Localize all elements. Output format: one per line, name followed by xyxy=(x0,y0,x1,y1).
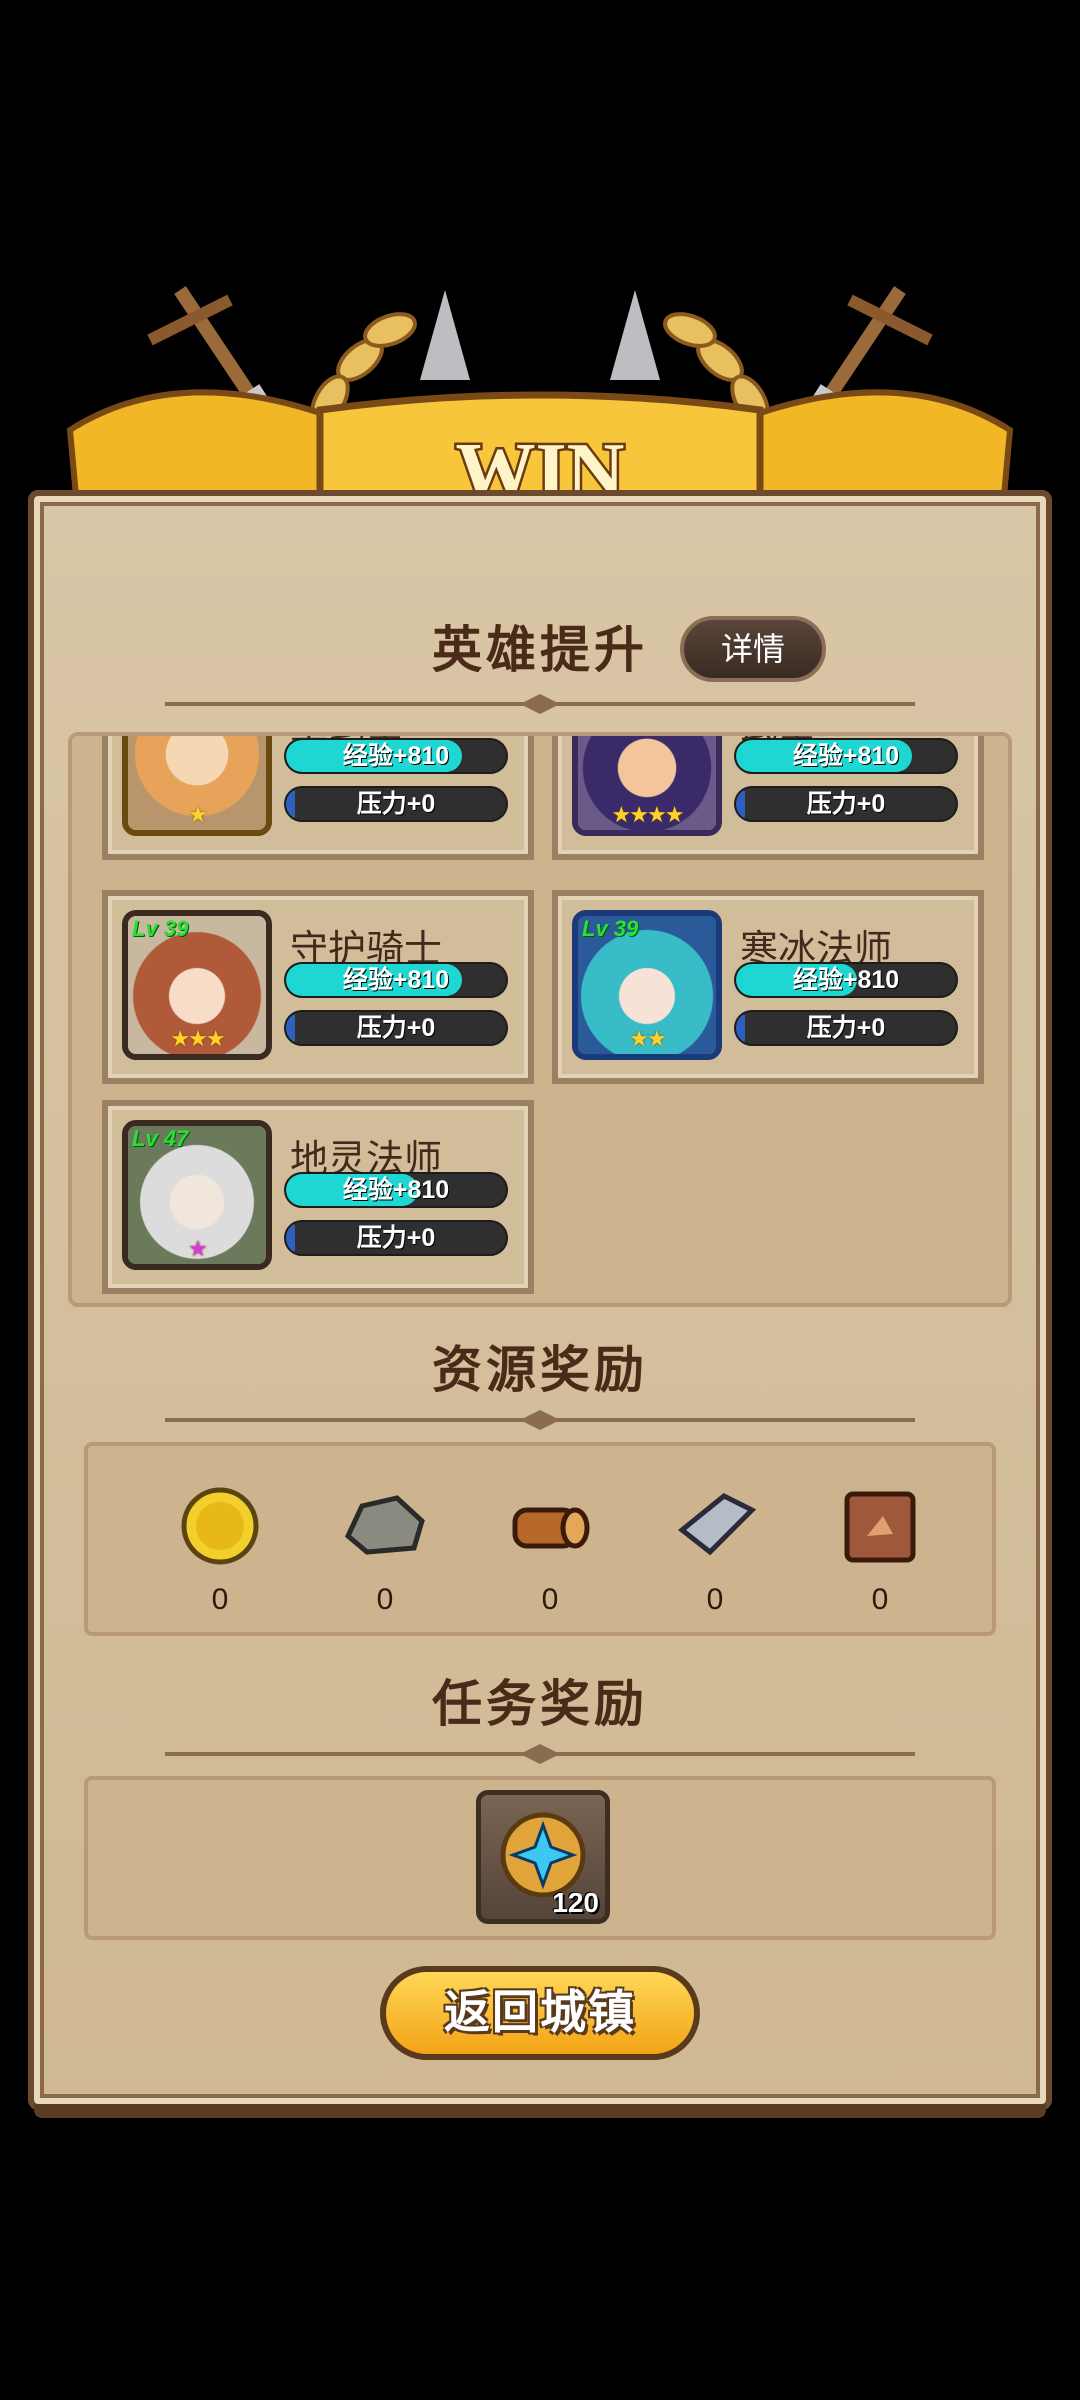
resource-section-title: 资源奖励 xyxy=(432,1342,648,1398)
exp-bar: 经验+810 xyxy=(284,738,508,774)
exp-text: 经验+810 xyxy=(342,742,450,770)
resource-rewards: 0 0 0 0 0 xyxy=(84,1442,996,1636)
pressure-bar: 压力+0 xyxy=(284,1220,508,1256)
hero-portrait: ★★★★ xyxy=(572,736,722,836)
exp-bar: 经验+810 xyxy=(284,962,508,998)
return-to-town-button[interactable]: 返回城镇 xyxy=(380,1966,700,2060)
resource-count: 0 xyxy=(871,1583,889,1616)
hero-portrait: ★ xyxy=(122,736,272,836)
star-rating: ★ xyxy=(188,802,208,827)
exp-bar: 经验+810 xyxy=(734,738,958,774)
divider-ornament xyxy=(165,1410,915,1430)
task-section-header: 任务奖励 xyxy=(0,1664,1080,1736)
hero-level: Lv 47 xyxy=(132,1126,189,1151)
hero-card[interactable]: Lv 47 ★ 地灵法师 经验+810 压力+0 xyxy=(102,1100,534,1294)
pressure-bar: 压力+0 xyxy=(734,786,958,822)
hero-level: Lv 39 xyxy=(582,916,639,941)
task-reward-count: 120 xyxy=(552,1887,599,1918)
pressure-bar: 压力+0 xyxy=(284,1010,508,1046)
hero-portrait: Lv 47 ★ xyxy=(122,1120,272,1270)
resource-item[interactable]: 0 xyxy=(830,1486,930,1617)
hero-level: Lv 39 xyxy=(132,916,189,941)
hero-list[interactable]: ★ 重剑士 经验+810 压力+0 ★★★★ 武士 经验+810 压力+0 xyxy=(68,732,1012,1307)
star-rating: ★★★★ xyxy=(611,802,685,827)
resource-item[interactable]: 0 xyxy=(170,1486,270,1617)
resource-item[interactable]: 0 xyxy=(500,1486,600,1617)
pressure-text: 压力+0 xyxy=(356,1014,436,1042)
hero-card[interactable]: Lv 39 ★★★ 守护骑士 经验+810 压力+0 xyxy=(102,890,534,1084)
pressure-text: 压力+0 xyxy=(356,790,436,818)
hero-card[interactable]: ★ 重剑士 经验+810 压力+0 xyxy=(102,736,534,860)
star-rating: ★ xyxy=(188,1236,208,1261)
resource-item[interactable]: 0 xyxy=(335,1486,435,1617)
hero-card[interactable]: Lv 39 ★★ 寒冰法师 经验+810 压力+0 xyxy=(552,890,984,1084)
star-rating: ★★★ xyxy=(170,1026,225,1051)
exp-bar: 经验+810 xyxy=(284,1172,508,1208)
star-rating: ★★ xyxy=(629,1026,666,1051)
hero-card[interactable]: ★★★★ 武士 经验+810 压力+0 xyxy=(552,736,984,860)
details-button[interactable]: 详情 xyxy=(680,616,826,682)
pressure-text: 压力+0 xyxy=(356,1224,436,1252)
hero-portrait: Lv 39 ★★ xyxy=(572,910,722,1060)
hero-section-title: 英雄提升 xyxy=(432,622,648,678)
pressure-bar: 压力+0 xyxy=(284,786,508,822)
stone-ore-icon xyxy=(344,1495,425,1555)
pressure-text: 压力+0 xyxy=(806,1014,886,1042)
iron-ingot-icon xyxy=(677,1493,757,1556)
resource-count: 0 xyxy=(376,1583,394,1616)
resource-count: 0 xyxy=(541,1583,559,1616)
resource-item[interactable]: 0 xyxy=(665,1486,765,1617)
wood-log-icon xyxy=(512,1507,590,1549)
resource-section-header: 资源奖励 xyxy=(0,1330,1080,1402)
task-rewards: 120 xyxy=(84,1776,996,1940)
gold-coin-icon xyxy=(181,1487,259,1565)
resource-count: 0 xyxy=(211,1583,229,1616)
pressure-text: 压力+0 xyxy=(806,790,886,818)
exp-bar: 经验+810 xyxy=(734,962,958,998)
hero-portrait: Lv 39 ★★★ xyxy=(122,910,272,1060)
hero-section-header: 英雄提升 xyxy=(0,610,1080,682)
divider-ornament xyxy=(165,1744,915,1764)
leather-hide-icon xyxy=(844,1491,916,1563)
exp-text: 经验+810 xyxy=(342,966,450,994)
divider-ornament xyxy=(165,694,915,714)
pressure-bar: 压力+0 xyxy=(734,1010,958,1046)
exp-text: 经验+810 xyxy=(342,1176,450,1204)
exp-text: 经验+810 xyxy=(792,742,900,770)
resource-count: 0 xyxy=(706,1583,724,1616)
task-reward-item[interactable]: 120 xyxy=(476,1790,610,1924)
task-section-title: 任务奖励 xyxy=(432,1676,648,1732)
exp-text: 经验+810 xyxy=(792,966,900,994)
